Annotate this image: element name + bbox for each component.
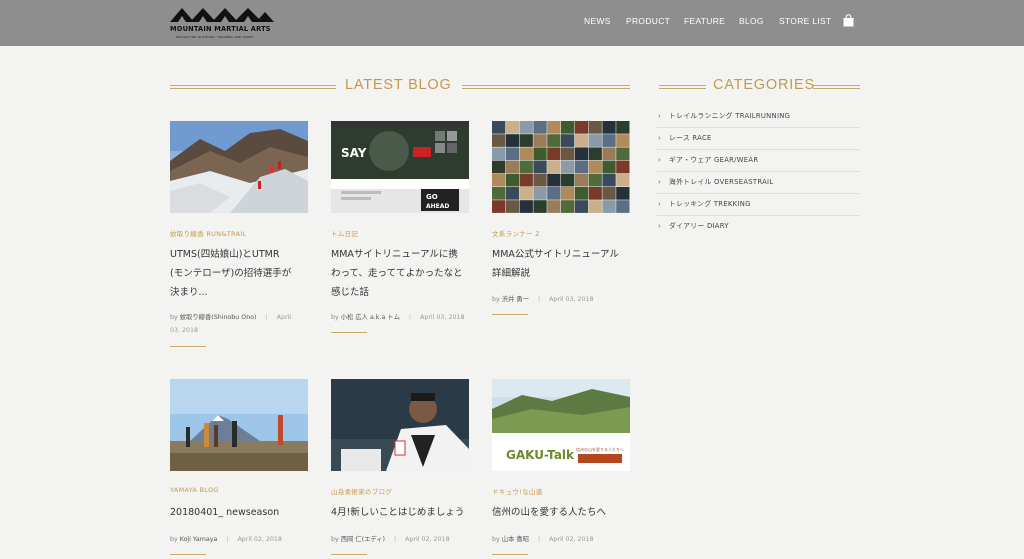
category-item-trekking[interactable]: › トレッキング TREKKING bbox=[657, 194, 860, 216]
post-thumbnail[interactable]: GAKU-Talk 信州の山を愛する人たちへ bbox=[492, 379, 630, 471]
post-meta: by 西岡 仁(エディ) | April 02, 2018 bbox=[331, 536, 450, 543]
post-author[interactable]: 渋井 勇一 bbox=[502, 296, 529, 303]
post-author[interactable]: 小松 広人 a.k.a トム bbox=[341, 314, 400, 321]
blog-card[interactable]: SAY GO AHEAD トム日記 MMAサイトリニューアルに携 わって、走って… bbox=[331, 121, 469, 333]
category-item-overseastrail[interactable]: › 海外トレイル OVERSEASTRAIL bbox=[657, 172, 860, 194]
post-date: April 03, 2018 bbox=[549, 296, 594, 303]
main-nav: NEWS PRODUCT FEATURE BLOG STORE LIST bbox=[0, 16, 1024, 28]
divider bbox=[170, 554, 206, 555]
svg-text:GO: GO bbox=[426, 193, 438, 201]
post-category[interactable]: ドキュウ!な山道 bbox=[492, 486, 543, 496]
nav-product[interactable]: PRODUCT bbox=[626, 16, 670, 26]
post-meta: by Koji Yamaya | April 02, 2018 bbox=[170, 536, 282, 543]
post-author[interactable]: 山本 喜昭 bbox=[502, 536, 529, 543]
blog-card[interactable]: 文系ランナー Z MMA公式サイトリニューアル 詳細解説 by 渋井 勇一 | Ap… bbox=[492, 121, 630, 317]
post-date: April 03, 2018 bbox=[420, 314, 465, 321]
site-header: MOUNTAIN MARTIAL ARTS DESIGN FOR OUTDOOR… bbox=[0, 0, 1024, 46]
post-author[interactable]: Koji Yamaya bbox=[180, 536, 218, 543]
latest-blog-heading: LATEST BLOG bbox=[170, 77, 630, 97]
post-thumbnail[interactable]: SAY GO AHEAD bbox=[331, 121, 469, 213]
post-title[interactable]: 20180401_ newseason bbox=[170, 503, 310, 522]
chevron-right-icon: › bbox=[658, 156, 662, 164]
nav-blog[interactable]: BLOG bbox=[739, 16, 764, 26]
gaku-talk-logo-text: GAKU-Talk bbox=[506, 448, 575, 462]
chevron-right-icon: › bbox=[658, 134, 662, 142]
divider bbox=[492, 554, 528, 555]
latest-blog-title: LATEST BLOG bbox=[345, 77, 452, 93]
post-thumbnail[interactable] bbox=[492, 121, 630, 213]
post-meta: by 渋井 勇一 | April 03, 2018 bbox=[492, 296, 594, 303]
post-category[interactable]: 文系ランナー Z bbox=[492, 228, 540, 238]
post-category[interactable]: YAMAYA BLOG bbox=[170, 486, 219, 494]
post-date: April 02, 2018 bbox=[549, 536, 594, 543]
categories-title: CATEGORIES bbox=[713, 77, 815, 93]
post-thumbnail[interactable] bbox=[170, 379, 308, 471]
post-author[interactable]: 蚊取り線香(Shinobu Ono) bbox=[180, 314, 257, 321]
post-category[interactable]: 山岳柔術家のブログ bbox=[331, 486, 392, 496]
blog-card[interactable]: 山岳柔術家のブログ 4月!新しいことはじめましょう by 西岡 仁(エディ) | A… bbox=[331, 379, 469, 559]
svg-text:AHEAD: AHEAD bbox=[426, 203, 449, 210]
category-item-trailrunning[interactable]: › トレイルランニング TRAILRUNNING bbox=[657, 106, 860, 128]
post-date: April bbox=[276, 314, 292, 321]
categories-heading: CATEGORIES bbox=[659, 77, 860, 97]
divider bbox=[331, 554, 367, 555]
chevron-right-icon: › bbox=[658, 222, 662, 230]
chevron-right-icon: › bbox=[658, 112, 662, 120]
blog-card[interactable]: GAKU-Talk 信州の山を愛する人たちへ ドキュウ!な山道 信州の山を愛する… bbox=[492, 379, 630, 559]
post-category[interactable]: トム日記 bbox=[331, 228, 358, 238]
svg-text:SAY: SAY bbox=[341, 146, 367, 160]
post-thumbnail[interactable] bbox=[170, 121, 308, 213]
chevron-right-icon: › bbox=[658, 178, 662, 186]
nav-news[interactable]: NEWS bbox=[584, 16, 611, 26]
chevron-right-icon: › bbox=[658, 200, 662, 208]
post-title[interactable]: MMAサイトリニューアルに携 わって、走っててよかったなと 感じた話 bbox=[331, 245, 471, 302]
nav-store-list[interactable]: STORE LIST bbox=[779, 16, 831, 26]
logo-tagline: DESIGN FOR OUTDOOR, TRAINING AND SPORT bbox=[176, 35, 254, 39]
post-meta: by 小松 広人 a.k.a トム | April 03, 2018 bbox=[331, 314, 465, 321]
post-meta: by 山本 喜昭 | April 02, 2018 bbox=[492, 536, 594, 543]
post-meta: by 蚊取り線香(Shinobu Ono) | April 03, 2018 bbox=[170, 314, 292, 334]
post-date: April 02, 2018 bbox=[405, 536, 450, 543]
post-thumbnail[interactable] bbox=[331, 379, 469, 471]
post-date: April 02, 2018 bbox=[237, 536, 282, 543]
divider bbox=[170, 346, 206, 347]
shopping-bag-icon[interactable] bbox=[843, 14, 854, 27]
category-item-race[interactable]: › レース RACE bbox=[657, 128, 860, 150]
post-title[interactable]: MMA公式サイトリニューアル 詳細解説 bbox=[492, 245, 632, 283]
post-title[interactable]: 信州の山を愛する人たちへ bbox=[492, 503, 632, 522]
post-title[interactable]: UTMS(四姑娘山)とUTMR (モンテローザ)の招待選手が 決まり... bbox=[170, 245, 310, 302]
category-item-gear-wear[interactable]: › ギア・ウェア GEAR/WEAR bbox=[657, 150, 860, 172]
category-item-diary[interactable]: › ダイアリー DIARY bbox=[657, 216, 860, 238]
post-author[interactable]: 西岡 仁(エディ) bbox=[341, 536, 385, 543]
divider bbox=[331, 332, 367, 333]
blog-card[interactable]: YAMAYA BLOG 20180401_ newseason by Koji … bbox=[170, 379, 308, 559]
post-title[interactable]: 4月!新しいことはじめましょう bbox=[331, 503, 471, 522]
svg-text:信州の山を愛する人たちへ: 信州の山を愛する人たちへ bbox=[576, 446, 624, 452]
blog-card[interactable]: 蚊取り線香 RUN&TRAIL UTMS(四姑娘山)とUTMR (モンテローザ)… bbox=[170, 121, 308, 351]
divider bbox=[492, 314, 528, 315]
categories-list: › トレイルランニング TRAILRUNNING › レース RACE › ギア… bbox=[657, 106, 860, 238]
post-category[interactable]: 蚊取り線香 RUN&TRAIL bbox=[170, 228, 246, 238]
nav-feature[interactable]: FEATURE bbox=[684, 16, 725, 26]
